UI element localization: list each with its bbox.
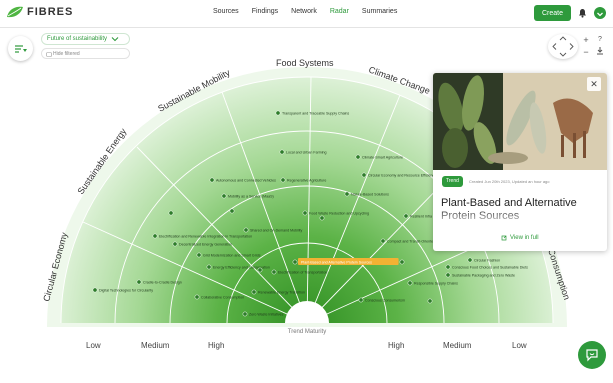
external-link-icon	[501, 235, 507, 241]
trend-label[interactable]: Collaborative Consumption	[201, 295, 244, 299]
trend-point[interactable]	[467, 257, 473, 263]
trend-point[interactable]	[257, 267, 263, 273]
trend-point[interactable]	[279, 149, 285, 155]
axis-right-medium: Medium	[443, 341, 472, 350]
trend-label[interactable]: Climate-Smart Agriculture	[362, 155, 403, 159]
trend-label[interactable]: Sustainable Packaging and Zero Waste	[452, 273, 515, 277]
trend-label[interactable]: Regenerative Agriculture	[287, 178, 326, 182]
trend-point[interactable]	[242, 311, 248, 317]
trend-badge: Trend	[442, 176, 463, 187]
trend-point[interactable]	[292, 259, 298, 265]
trend-detail-card: ✕ Trend Created Jun 20th 2023, Updated a…	[433, 73, 607, 251]
trend-point[interactable]	[361, 172, 367, 178]
view-in-full-label: View in full	[510, 235, 539, 241]
trend-point[interactable]	[92, 287, 98, 293]
axis-left-medium: Medium	[141, 341, 170, 350]
trend-label[interactable]: Local and Urban Farming	[286, 150, 327, 154]
chat-support-button[interactable]	[578, 341, 606, 369]
trend-label[interactable]: Resilient Infra	[410, 214, 432, 218]
trend-point[interactable]	[168, 210, 174, 216]
view-in-full-link[interactable]: View in full	[501, 235, 539, 241]
trend-point[interactable]	[445, 272, 451, 278]
trend-label[interactable]: Circular Fashion	[474, 258, 500, 262]
trend-point[interactable]	[302, 210, 308, 216]
trend-point[interactable]	[445, 264, 451, 270]
chat-icon	[586, 349, 598, 362]
trend-label[interactable]: Transparent and Traceable Supply Chains	[282, 111, 349, 115]
axis-right-low: Low	[512, 341, 527, 350]
trend-label[interactable]: Renewable Energy Transition	[258, 290, 305, 294]
trend-point[interactable]	[136, 279, 142, 285]
trend-point[interactable]	[344, 191, 350, 197]
trend-point[interactable]	[152, 233, 158, 239]
trend-point[interactable]	[209, 177, 215, 183]
card-meta: Created Jun 20th 2023, Updated an hour a…	[469, 179, 550, 184]
trend-label[interactable]: Conscious Consumerism	[365, 298, 405, 302]
trend-label[interactable]: Shared and On-Demand Mobility	[250, 228, 303, 232]
trend-point[interactable]	[407, 280, 413, 286]
trend-point[interactable]	[271, 269, 277, 275]
trend-point[interactable]	[275, 110, 281, 116]
axis-right-high: High	[388, 341, 404, 350]
trend-point[interactable]	[206, 264, 212, 270]
trend-label[interactable]: Digital Technologies for Circularity	[99, 288, 153, 292]
trend-label[interactable]: Grid Modernization and Smart Grids	[203, 253, 261, 257]
trend-label[interactable]: Responsible Supply Chains	[414, 281, 458, 285]
trend-point[interactable]	[251, 289, 257, 295]
trend-image	[433, 73, 607, 170]
trend-point[interactable]	[221, 193, 227, 199]
trend-point[interactable]	[358, 297, 364, 303]
trend-label[interactable]: Conscious Food Choices and Sustainable D…	[452, 265, 528, 269]
trend-point[interactable]	[194, 294, 200, 300]
axis-left-low: Low	[86, 341, 101, 350]
trend-label[interactable]: Compact and Transit-Oriented	[387, 239, 435, 243]
trend-point[interactable]	[403, 213, 409, 219]
axis-left-high: High	[208, 341, 224, 350]
trend-point[interactable]	[380, 238, 386, 244]
trend-point[interactable]	[399, 259, 405, 265]
trend-label[interactable]: Plant-Based and Alternative Protein Sour…	[301, 260, 372, 264]
trend-label[interactable]: Electrification and Renewable Integratio…	[159, 234, 252, 238]
trend-label[interactable]: Food Waste Reduction and Upcycling	[309, 211, 369, 215]
trend-label[interactable]: Decentralized Energy Generation	[179, 242, 232, 246]
trend-point[interactable]	[172, 241, 178, 247]
trend-label[interactable]: Circular Economy and Resource Efficiency	[368, 173, 436, 177]
trend-point[interactable]	[243, 227, 249, 233]
trend-maturity-label: Trend Maturity	[288, 329, 326, 335]
trend-label[interactable]: Electrification of Transportation	[278, 270, 327, 274]
trend-label[interactable]: Autonomous and Connected Vehicles	[216, 178, 276, 182]
trend-point[interactable]	[427, 298, 433, 304]
trend-label[interactable]: Zero Waste Initiatives	[249, 312, 284, 316]
trend-label[interactable]: Mobility as a Service (MaaS)	[228, 194, 274, 198]
trend-point[interactable]	[196, 252, 202, 258]
close-card-button[interactable]: ✕	[587, 77, 601, 91]
trend-point[interactable]	[280, 177, 286, 183]
trend-label[interactable]: Cradle-to-Cradle Design	[143, 280, 182, 284]
trend-point[interactable]	[319, 215, 325, 221]
trend-point[interactable]	[355, 154, 361, 160]
trend-point[interactable]	[229, 208, 235, 214]
sector-label-food-systems[interactable]: Food Systems	[276, 58, 334, 68]
trend-label[interactable]: Nature-Based Solutions	[351, 192, 389, 196]
card-title-fade	[433, 207, 607, 227]
